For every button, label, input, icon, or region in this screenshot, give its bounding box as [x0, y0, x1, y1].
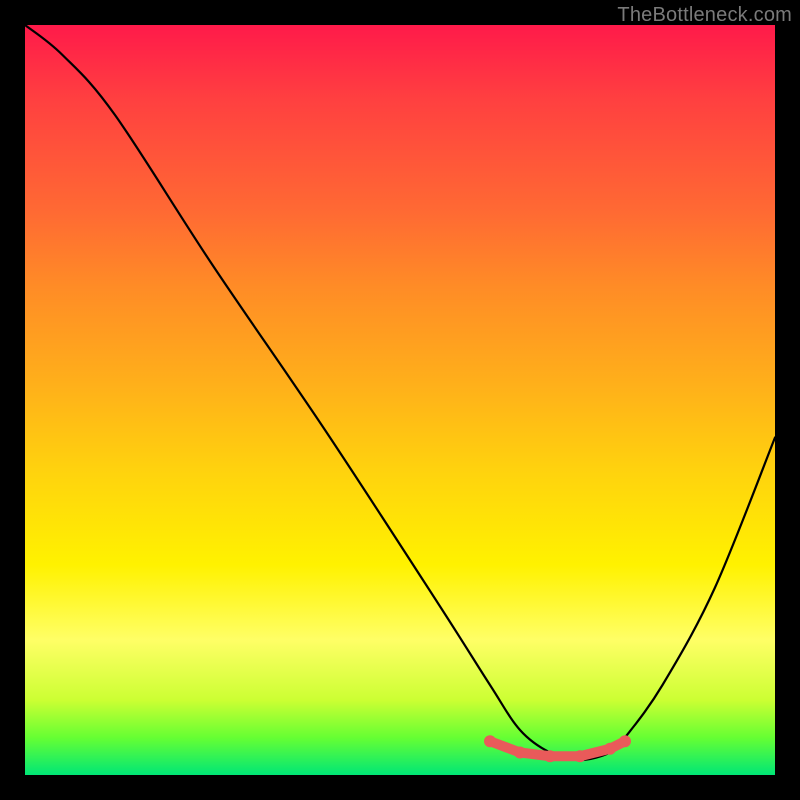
optimal-dot — [514, 747, 526, 759]
watermark-text: TheBottleneck.com — [617, 4, 792, 27]
curve-svg — [25, 25, 775, 775]
optimal-dot — [619, 735, 631, 747]
optimal-dot — [544, 750, 556, 762]
plot-area — [25, 25, 775, 775]
optimal-dot — [604, 743, 616, 755]
optimal-dot — [484, 735, 496, 747]
chart-container: TheBottleneck.com — [0, 0, 800, 800]
bottleneck-curve — [25, 25, 775, 760]
optimal-dot — [574, 750, 586, 762]
